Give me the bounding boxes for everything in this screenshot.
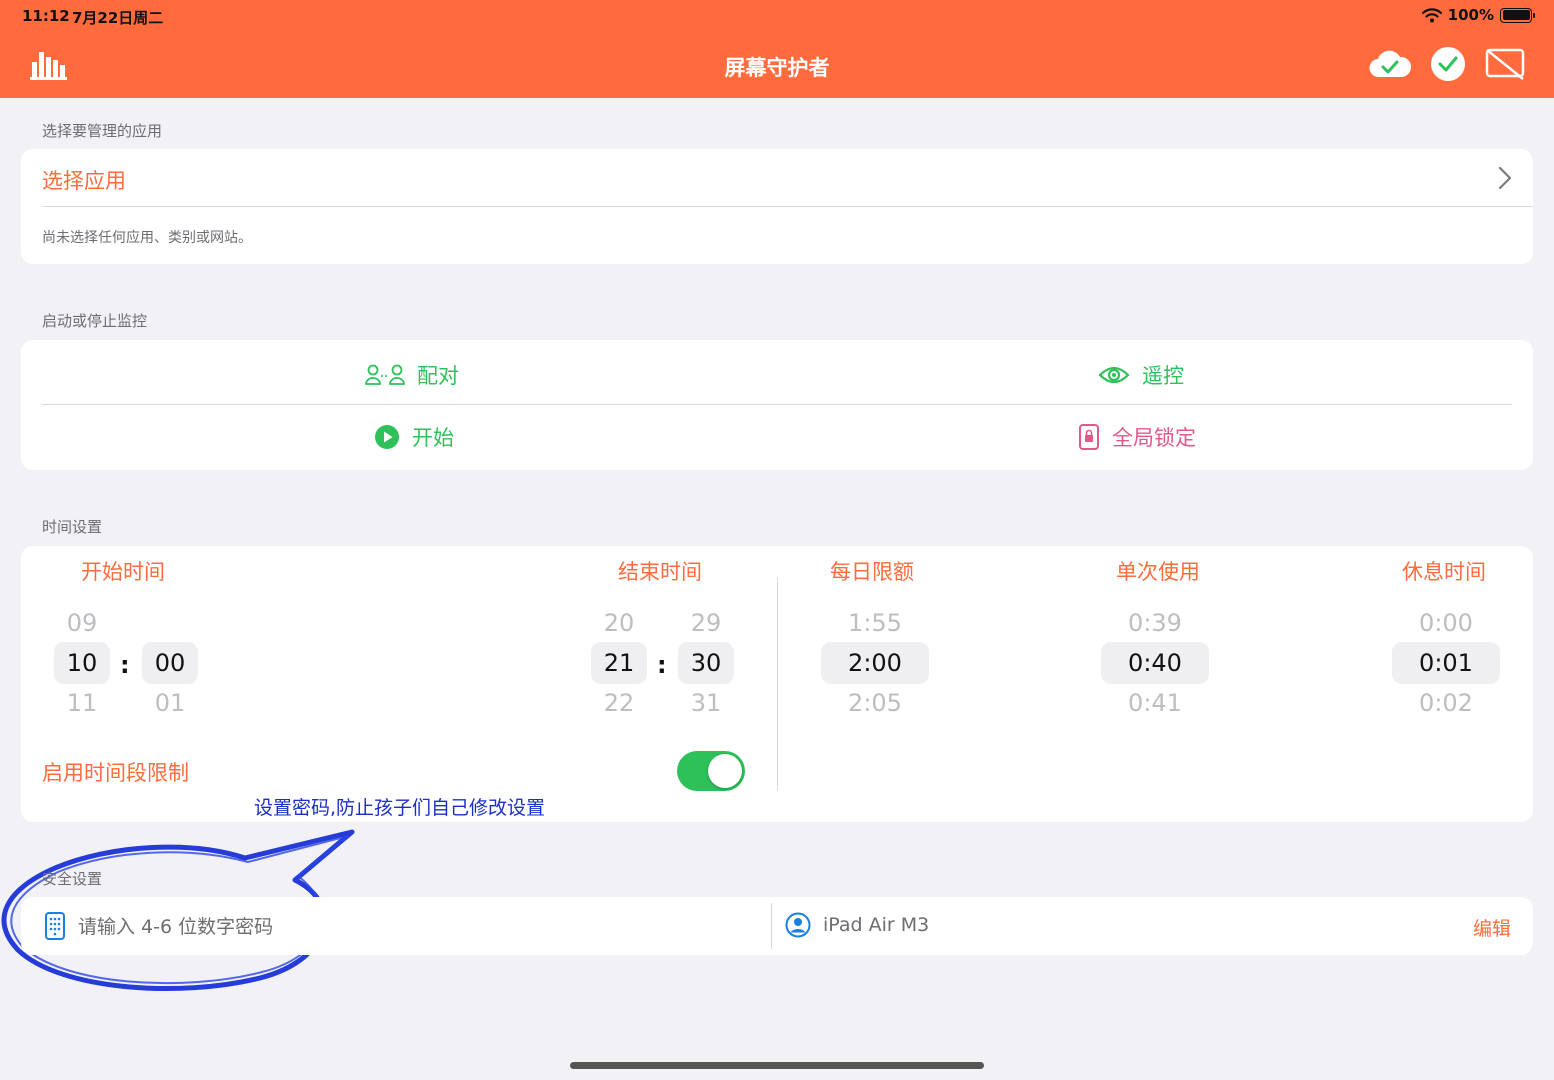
picker-option[interactable]: 0:02 (1392, 689, 1500, 717)
status-date: 7月22日周二 (72, 9, 164, 27)
eye-icon (1098, 366, 1130, 384)
pair-users-icon (365, 364, 405, 385)
time-section-label: 时间设置 (42, 518, 103, 536)
password-input[interactable] (78, 910, 678, 944)
picker-option[interactable]: 31 (678, 689, 734, 717)
monitor-card (21, 340, 1533, 470)
column-divider (777, 578, 778, 790)
battery-percent: 100% (1447, 6, 1494, 24)
time-colon: : (657, 651, 667, 679)
nav-actions (1368, 46, 1526, 82)
battery-icon (1500, 7, 1535, 23)
picker-selected[interactable]: 0:40 (1101, 642, 1209, 684)
status-time: 11:12 (22, 7, 70, 25)
security-section-label: 安全设置 (42, 870, 103, 888)
person-circle-icon (785, 912, 811, 938)
screen-off-icon[interactable] (1484, 46, 1526, 82)
pair-button[interactable]: 配对 (365, 360, 459, 390)
page-title: 屏幕守护者 (724, 56, 830, 80)
status-right: 100% (1421, 6, 1535, 24)
picker-selected[interactable]: 30 (678, 642, 734, 684)
edit-button[interactable]: 编辑 (1473, 914, 1511, 941)
picker-option[interactable]: 1:55 (821, 609, 929, 637)
divider (42, 404, 1512, 405)
picker-option[interactable]: 09 (54, 609, 110, 637)
play-circle-icon (375, 425, 399, 449)
time-colon: : (120, 651, 130, 679)
chevron-right-icon[interactable] (1498, 166, 1512, 190)
rest-time-title: 休息时间 (1402, 560, 1486, 584)
select-apps-button[interactable]: 选择应用 (42, 165, 126, 195)
vertical-divider (771, 903, 772, 949)
home-indicator[interactable] (570, 1062, 984, 1069)
apps-section-label: 选择要管理的应用 (42, 122, 163, 140)
enable-time-limit-toggle[interactable] (677, 751, 745, 791)
daily-limit-title: 每日限额 (830, 560, 914, 584)
picker-option[interactable]: 0:41 (1101, 689, 1209, 717)
device-name: iPad Air M3 (823, 914, 930, 936)
picker-option[interactable]: 0:39 (1101, 609, 1209, 637)
picker-option[interactable]: 11 (54, 689, 110, 717)
picker-option[interactable]: 01 (142, 689, 198, 717)
lock-device-icon (1079, 424, 1099, 450)
monitor-section-label: 启动或停止监控 (42, 312, 148, 330)
keypad-phone-icon (45, 912, 65, 940)
picker-option[interactable]: 2:05 (821, 689, 929, 717)
picker-option[interactable]: 22 (591, 689, 647, 717)
start-time-title: 开始时间 (81, 560, 165, 584)
start-label: 开始 (412, 426, 454, 450)
cloud-sync-icon[interactable] (1368, 47, 1412, 81)
end-time-title: 结束时间 (618, 560, 702, 584)
pair-label: 配对 (417, 364, 459, 388)
enable-time-limit-label: 启用时间段限制 (42, 761, 189, 785)
picker-option[interactable]: 0:00 (1392, 609, 1500, 637)
remote-button[interactable]: 遥控 (1098, 360, 1184, 390)
picker-selected[interactable]: 0:01 (1392, 642, 1500, 684)
wifi-icon (1421, 7, 1442, 22)
picker-selected[interactable]: 00 (142, 642, 198, 684)
divider (42, 206, 1533, 207)
picker-selected[interactable]: 2:00 (821, 642, 929, 684)
picker-selected[interactable]: 10 (54, 642, 110, 684)
picker-option[interactable]: 20 (591, 609, 647, 637)
global-lock-button[interactable]: 全局锁定 (1078, 422, 1196, 452)
toggle-knob (708, 754, 742, 788)
navigation-bar: 11:12 7月22日周二 100% 屏幕守护者 (0, 0, 1554, 98)
no-apps-selected-text: 尚未选择任何应用、类别或网站。 (42, 230, 252, 246)
start-button[interactable]: 开始 (374, 422, 454, 452)
picker-option[interactable]: 29 (678, 609, 734, 637)
global-lock-label: 全局锁定 (1112, 426, 1196, 450)
annotation-note: 设置密码,防止孩子们自己修改设置 (254, 797, 546, 819)
picker-selected[interactable]: 21 (591, 642, 647, 684)
remote-label: 遥控 (1142, 364, 1184, 388)
single-use-title: 单次使用 (1116, 560, 1200, 584)
check-circle-icon[interactable] (1430, 46, 1466, 82)
